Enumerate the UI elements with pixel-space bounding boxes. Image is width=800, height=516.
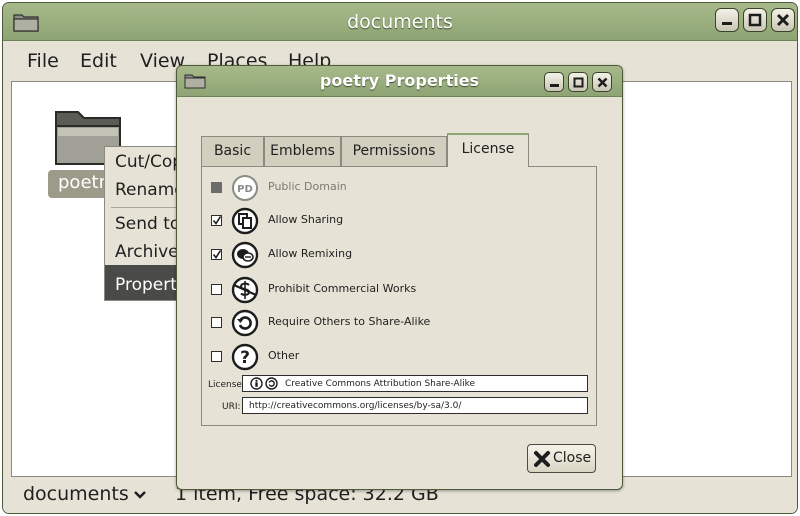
close-button[interactable]: Close xyxy=(527,444,596,473)
public-domain-checkbox xyxy=(211,182,222,193)
remix-icon xyxy=(231,241,259,269)
minimize-icon xyxy=(549,83,559,87)
dialog-maximize-button[interactable] xyxy=(568,72,588,92)
close-icon xyxy=(534,451,550,467)
uri-field-label: URI: xyxy=(222,402,241,412)
license-option-label: Other xyxy=(268,349,300,362)
allow-remixing-checkbox[interactable] xyxy=(211,249,222,260)
noncommercial-icon xyxy=(231,276,259,304)
license-option-label: Allow Remixing xyxy=(268,247,353,260)
license-field[interactable]: Creative Commons Attribution Share-Alike xyxy=(242,375,588,392)
window-title: documents xyxy=(347,11,453,33)
license-option-allow-sharing[interactable]: Allow Sharing xyxy=(202,204,598,236)
share-alike-icon xyxy=(265,377,278,390)
license-option-public-domain: PD Public Domain xyxy=(202,171,598,203)
close-icon xyxy=(597,77,607,87)
allow-sharing-checkbox[interactable] xyxy=(211,215,222,226)
menu-file[interactable]: File xyxy=(27,50,59,72)
license-field-label: License: xyxy=(208,380,245,390)
svg-text:?: ? xyxy=(240,348,250,368)
dialog-titlebar[interactable]: poetry Properties xyxy=(177,66,622,97)
license-option-allow-remixing[interactable]: Allow Remixing xyxy=(202,238,598,270)
checkmark-icon xyxy=(212,250,222,259)
menu-item-cut-copy[interactable]: Cut/Cop xyxy=(115,152,183,172)
close-icon xyxy=(776,13,790,27)
license-option-label: Require Others to Share-Alike xyxy=(268,315,431,328)
license-option-other[interactable]: ? Other xyxy=(202,340,598,372)
minimize-button[interactable] xyxy=(715,8,739,32)
menu-item-send-to[interactable]: Send to xyxy=(115,214,180,234)
checkmark-icon xyxy=(212,216,222,225)
tab-permissions[interactable]: Permissions xyxy=(341,136,447,166)
menu-item-archive[interactable]: Archive xyxy=(115,242,179,262)
dialog-minimize-button[interactable] xyxy=(544,72,564,92)
menu-edit[interactable]: Edit xyxy=(80,50,117,72)
public-domain-badge-text: PD xyxy=(237,184,253,195)
tab-emblems[interactable]: Emblems xyxy=(264,136,341,166)
dialog-close-button[interactable] xyxy=(592,72,612,92)
properties-dialog: poetry Properties Basic Emblems Permissi… xyxy=(176,65,623,490)
other-license-checkbox[interactable] xyxy=(211,351,222,362)
uri-field[interactable]: http://creativecommons.org/licenses/by-s… xyxy=(242,397,588,414)
license-panel: PD Public Domain Allow Sharing Allow Rem… xyxy=(201,166,597,426)
share-alike-checkbox[interactable] xyxy=(211,317,222,328)
menu-item-properties[interactable]: Properti xyxy=(115,275,182,295)
question-icon: ? xyxy=(231,343,259,371)
maximize-icon xyxy=(573,77,583,87)
tab-basic[interactable]: Basic xyxy=(201,136,264,166)
minimize-icon xyxy=(722,22,732,25)
attribution-icon xyxy=(250,377,263,390)
license-option-label: Allow Sharing xyxy=(268,213,344,226)
public-domain-icon: PD xyxy=(232,175,258,201)
tab-license[interactable]: License xyxy=(447,133,529,167)
license-option-label: Public Domain xyxy=(268,180,347,193)
close-window-button[interactable] xyxy=(771,8,795,32)
location-selector[interactable]: documents xyxy=(23,483,129,505)
license-option-label: Prohibit Commercial Works xyxy=(268,282,417,295)
license-option-prohibit-commercial[interactable]: Prohibit Commercial Works xyxy=(202,273,598,305)
license-option-share-alike[interactable]: Require Others to Share-Alike xyxy=(202,306,598,338)
prohibit-commercial-checkbox[interactable] xyxy=(211,284,222,295)
maximize-icon xyxy=(748,13,762,27)
sharing-icon xyxy=(231,207,259,235)
chevron-down-icon[interactable] xyxy=(133,490,147,500)
window-titlebar[interactable]: documents xyxy=(3,3,797,41)
close-button-label: Close xyxy=(553,450,592,466)
menu-item-rename[interactable]: Rename xyxy=(115,180,185,200)
maximize-button[interactable] xyxy=(743,8,767,32)
license-field-value: Creative Commons Attribution Share-Alike xyxy=(285,379,476,389)
share-alike-icon xyxy=(231,309,259,337)
